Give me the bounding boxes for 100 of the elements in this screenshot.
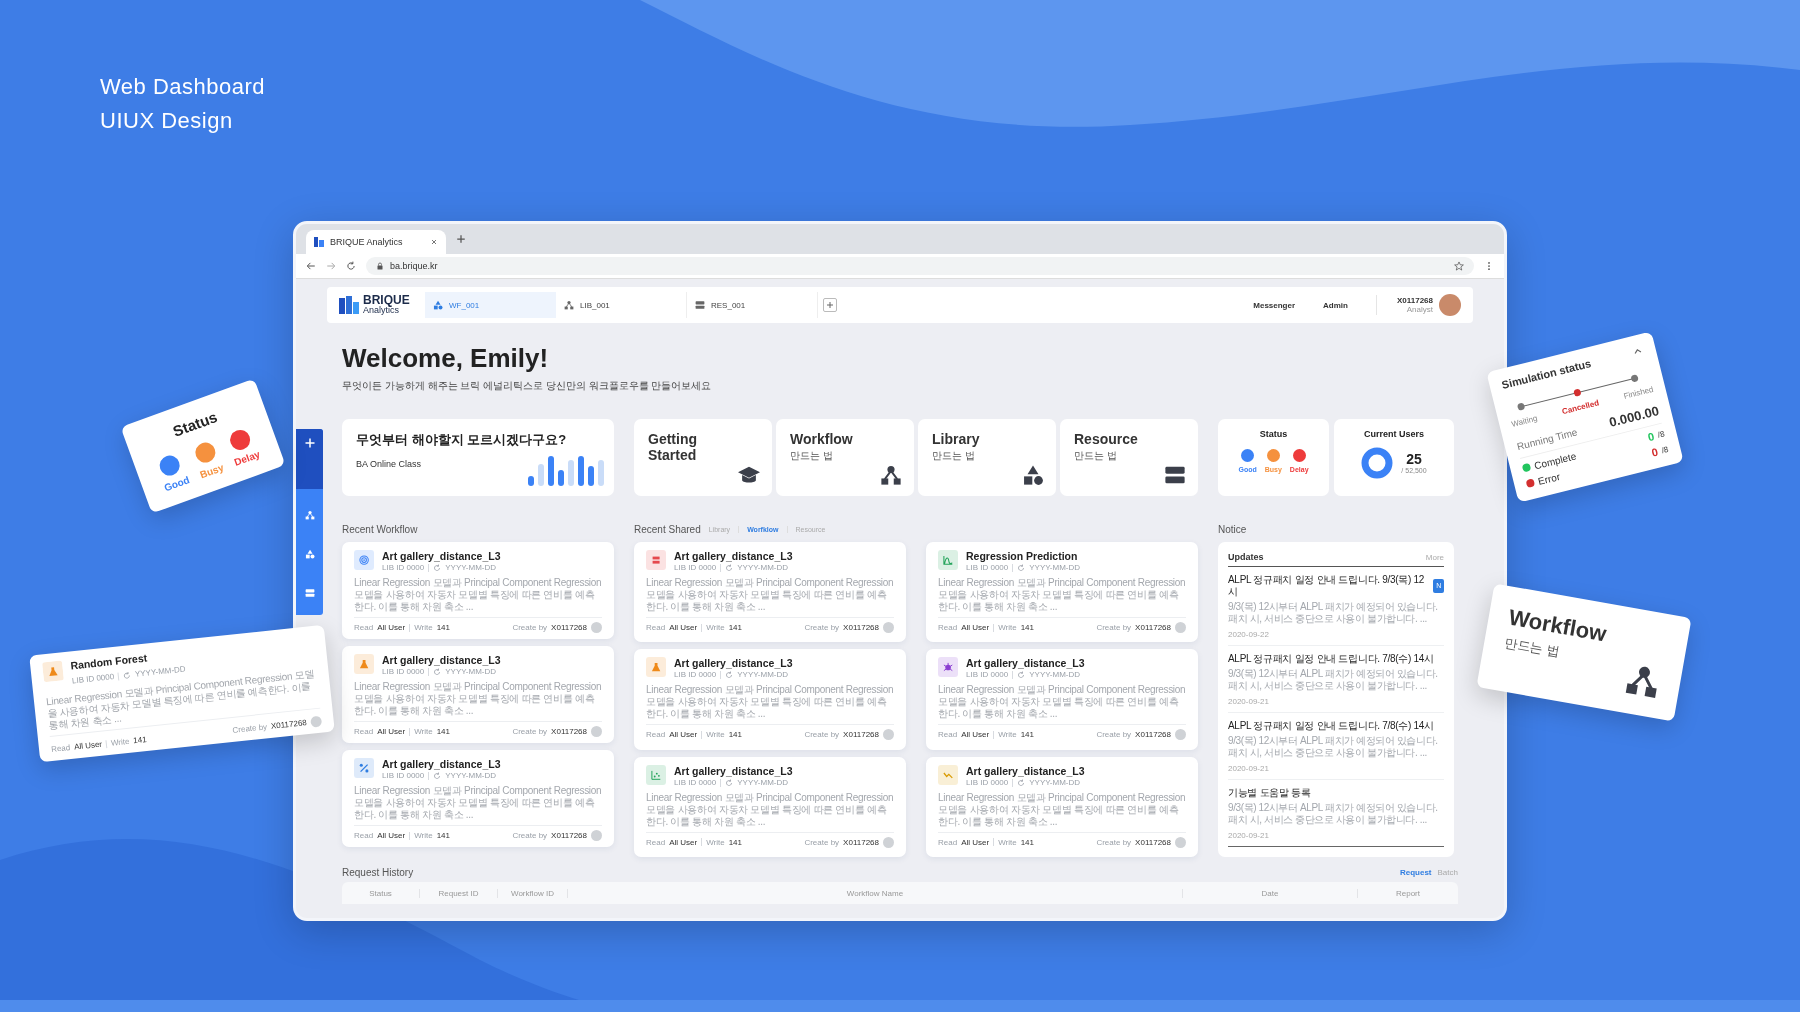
read-label: Read [354, 830, 374, 841]
welcome-subtitle: 무엇이든 가능하게 해주는 브릭 에널리틱스로 당신만의 워크플로우를 만들어보세요 [342, 379, 713, 393]
workflow-card[interactable]: Art gallery_distance_L3 LIB ID 0000 YYYY-MM-DD Linear Regression 모델과 Principal Component Regression 모델을 사용하여 자동차 모델별 특징에 따른 연비를 예측한다. 이를 통해 차원 축소 ... Read All User Write 141 Create by X0117268 [342, 646, 614, 743]
close-icon[interactable] [430, 238, 438, 246]
plus-icon[interactable] [456, 234, 466, 244]
guide-title: Workflow [790, 431, 853, 447]
write-label: Write [414, 830, 433, 841]
lib-id: LIB ID 0000 [382, 771, 425, 781]
avatar-icon [1175, 622, 1186, 633]
read-label: Read [938, 729, 958, 741]
shapes-icon[interactable] [304, 548, 315, 559]
graduation-cap-icon [738, 464, 760, 486]
lib-id: LIB ID 0000 [382, 563, 425, 573]
status-label: Good [162, 474, 191, 494]
card-title: Art gallery_distance_L3 [382, 550, 501, 562]
read-value: All User [961, 622, 990, 633]
running-time-value: 0.000.00 [1607, 403, 1661, 430]
result-label: Error [1536, 470, 1562, 487]
lib-id: LIB ID 0000 [966, 563, 1009, 573]
workflow-card[interactable]: Art gallery_distance_L3 LIB ID 0000 YYYY-MM-DD Linear Regression 모델과 Principal Component Regression 모델을 사용하여 자동차 모델별 특징에 따른 연비를 예측한다. 이를 통해 차원 축소 ... Read All User Write 141 Create by X0117268 [342, 750, 614, 847]
workspace-tab[interactable]: WF_001 [425, 292, 556, 318]
card-title: Art gallery_distance_L3 [382, 758, 501, 770]
curve-chart-icon [938, 550, 958, 570]
lock-icon [376, 262, 384, 270]
status-title: Status [1258, 429, 1289, 439]
guide-card[interactable]: Library 만드는 법 [918, 419, 1056, 496]
read-value: All User [377, 726, 406, 737]
write-label: Write [414, 622, 433, 633]
workflow-card[interactable]: Art gallery_distance_L3 LIB ID 0000 YYYY-MM-DD Linear Regression 모델과 Principal Component Regression 모델을 사용하여 자동차 모델별 특징에 따른 연비를 예측한다. 이를 통해 차원 축소 ... Read All User Write 141 Create by X0117268 [634, 649, 906, 750]
guide-subtitle: 만드는 법 [932, 449, 976, 463]
result-count: 0 [1650, 445, 1660, 459]
workflow-card[interactable]: Art gallery_distance_L3 LIB ID 0000 YYYY-MM-DD Linear Regression 모델과 Principal Component Regression 모델을 사용하여 자동차 모델별 특징에 따른 연비를 예측한다. 이를 통해 차원 축소 ... Read All User Write 141 Create by X0117268 [634, 542, 906, 643]
read-value: All User [669, 622, 698, 633]
browser-tab[interactable]: BRIQUE Analytics [306, 230, 446, 254]
creator-label: Create by [1096, 836, 1132, 848]
creator-label: Create by [232, 721, 268, 736]
add-tab-button[interactable] [823, 298, 837, 312]
creator-label: Create by [804, 729, 840, 741]
online-class-card[interactable]: 무엇부터 해야할지 모르시겠다구요? BA Online Class [342, 419, 614, 496]
workspace-tab[interactable]: RES_001 [687, 292, 818, 318]
server-icon [1164, 464, 1186, 486]
user-role: Analyst [1405, 305, 1433, 314]
write-value: 141 [728, 836, 743, 848]
guide-subtitle: 만드는 법 [1074, 449, 1118, 463]
bug-icon [938, 657, 958, 678]
notice-title[interactable]: ALPL 정규패치 일정 안내 드립니다. 7/8(수) 14시 [1228, 653, 1434, 665]
donut-icon [1361, 447, 1394, 479]
back-arrow-icon[interactable] [306, 261, 316, 271]
creator-id: X0117268 [1135, 729, 1171, 741]
logo-icon [314, 237, 324, 247]
workflow-card[interactable]: Art gallery_distance_L3 LIB ID 0000 YYYY-MM-DD Linear Regression 모델과 Principal Component Regression 모델을 사용하여 자동차 모델별 특징에 따른 연비를 예측한다. 이를 통해 차원 축소 ... Read All User Write 141 Create by X0117268 [926, 756, 1198, 857]
notice-title[interactable]: ALPL 정규패치 일정 안내 드립니다. 9/3(목) 12시 [1228, 574, 1430, 598]
read-value: All User [669, 729, 698, 741]
card-title: Art gallery_distance_L3 [674, 764, 793, 777]
section-title: Request History [342, 867, 414, 878]
date-text: YYYY-MM-DD [1029, 670, 1081, 681]
read-label: Read [50, 742, 71, 755]
card-description: Linear Regression 모델과 Principal Component Regression 모델을 사용하여 자동차 모델별 특징에 따른 연비를 예측한다. 이를 통해 차원 축소 ... [938, 577, 1186, 618]
workspace-tab[interactable]: LIB_001 [556, 292, 687, 318]
creator-label: Create by [804, 622, 840, 633]
workflow-card[interactable]: Art gallery_distance_L3 LIB ID 0000 YYYY-MM-DD Linear Regression 모델과 Principal Component Regression 모델을 사용하여 자동차 모델별 특징에 따른 연비를 예측한다. 이를 통해 차원 축소 ... Read All User Write 141 Create by X0117268 [926, 649, 1198, 750]
column-header: Request ID [420, 888, 498, 898]
star-icon[interactable] [1454, 261, 1464, 271]
write-value: 141 [436, 830, 451, 841]
step-dot [1516, 402, 1526, 411]
avatar-icon[interactable] [1439, 294, 1461, 316]
date-text: YYYY-MM-DD [737, 670, 789, 681]
result-total: /8 [1660, 444, 1670, 455]
notice-date: 2020-09-21 [1228, 764, 1270, 773]
guide-card[interactable]: Resource 만드는 법 [1060, 419, 1198, 496]
notice-title[interactable]: 기능별 도움말 등록 [1228, 787, 1311, 799]
logo-icon [339, 296, 359, 314]
workflow-card[interactable]: Art gallery_distance_L3 LIB ID 0000 YYYY-MM-DD Linear Regression 모델과 Principal Component Regression 모델을 사용하여 자동차 모델별 특징에 따른 연비를 예측한다. 이를 통해 차원 축소 ... Read All User Write 141 Create by X0117268 [342, 542, 614, 639]
card-description: Linear Regression 모델과 Principal Component Regression 모델을 사용하여 자동차 모델별 특징에 따른 연비를 예측한다. 이를 통해 차원 축소 ... [354, 681, 602, 722]
lib-id: LIB ID 0000 [966, 670, 1009, 681]
guide-card[interactable]: Getting Started [634, 419, 772, 496]
workflow-card[interactable]: Regression Prediction LIB ID 0000 YYYY-MM-DD Linear Regression 모델과 Principal Component Regression 모델을 사용하여 자동차 모델별 특징에 따른 연비를 예측한다. 이를 통해 차원 축소 ... Read All User Write 141 Create by X0117268 [926, 542, 1198, 643]
card-description: Linear Regression 모델과 Principal Component Regression 모델을 사용하여 자동차 모델별 특징에 따른 연비를 예측한다. 이를 통해 차원 축소 ... [646, 684, 894, 726]
network-icon [880, 464, 902, 486]
guide-card[interactable]: Workflow 만드는 법 [776, 419, 914, 496]
card-description: Linear Regression 모델과 Principal Component Regression 모델을 사용하여 자동차 모델별 특징에 따른 연비를 예측한다. 이를 통해 차원 축소 ... [938, 791, 1186, 833]
notice-date: 2020-09-21 [1228, 697, 1270, 706]
reload-icon [433, 564, 442, 572]
header-link[interactable]: Admin [1323, 300, 1348, 310]
avatar-icon [591, 830, 602, 841]
read-label: Read [938, 836, 958, 848]
workflow-card[interactable]: Art gallery_distance_L3 LIB ID 0000 YYYY-MM-DD Linear Regression 모델과 Principal Component Regression 모델을 사용하여 자동차 모델별 특징에 따른 연비를 예측한다. 이를 통해 차원 축소 ... Read All User Write 141 Create by X0117268 [634, 756, 906, 857]
step-label: Waiting [1510, 413, 1539, 429]
date-text: YYYY-MM-DD [445, 771, 497, 781]
creator-id: X0117268 [551, 726, 587, 737]
reload-icon[interactable] [346, 261, 356, 271]
notice-date: 2020-09-22 [1228, 630, 1270, 639]
header-link[interactable]: Messenger [1253, 300, 1296, 310]
server-icon[interactable] [304, 587, 315, 598]
history-tab[interactable]: Request [1399, 868, 1432, 877]
network-icon[interactable] [304, 509, 315, 520]
notice-title[interactable]: ALPL 정규패치 일정 안내 드립니다. 7/8(수) 14시 [1228, 720, 1434, 732]
write-value: 141 [436, 622, 451, 633]
address-bar[interactable]: ba.brique.kr [366, 257, 1474, 275]
date-text: YYYY-MM-DD [737, 563, 789, 573]
